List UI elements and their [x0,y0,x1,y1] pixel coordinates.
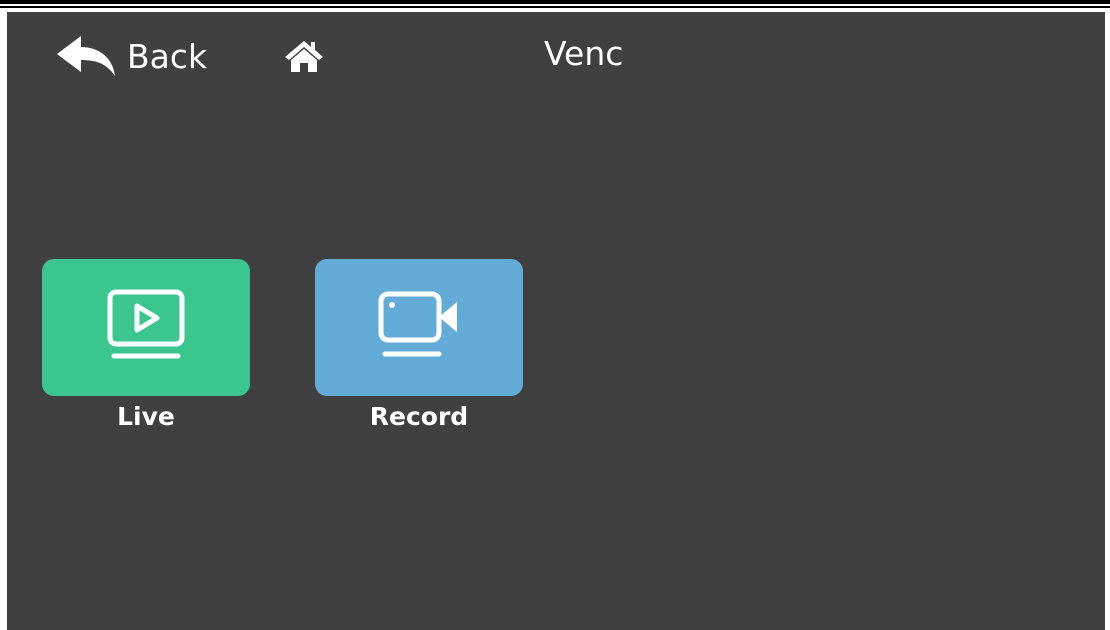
back-button[interactable]: Back [55,28,207,84]
record-tile[interactable] [315,259,523,396]
record-label: Record [369,402,469,431]
top-border-thin [0,6,1110,8]
home-button[interactable] [283,38,325,74]
home-icon [283,38,325,74]
page-title: Venc [544,34,624,73]
screen: Back Venc Live Record [7,12,1105,630]
live-tile[interactable] [42,259,250,396]
video-camera-icon [377,288,461,367]
reply-arrow-icon [55,34,117,78]
top-border-thick [0,0,1110,4]
play-screen-icon [106,288,186,367]
live-label: Live [117,402,175,431]
back-label: Back [127,36,208,76]
